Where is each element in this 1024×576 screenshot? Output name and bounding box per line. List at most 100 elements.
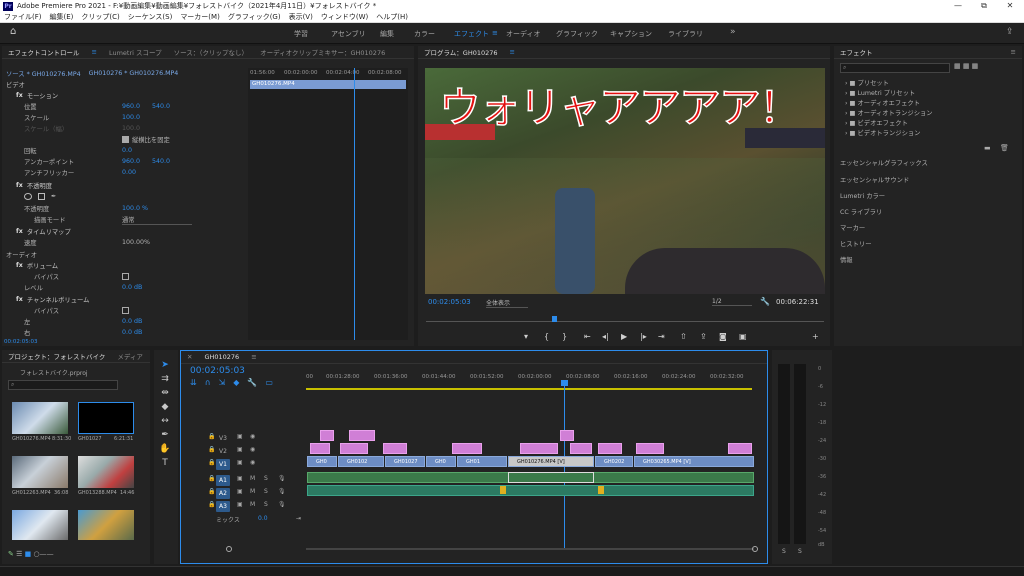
- ws-menu-icon[interactable]: ≡: [492, 29, 498, 37]
- mic-icon[interactable]: 🎙: [278, 501, 286, 508]
- timeline-scrollbar[interactable]: [306, 548, 754, 550]
- mute-icon[interactable]: M: [250, 501, 255, 508]
- close-icon[interactable]: ✕: [187, 353, 192, 361]
- pen-mask-icon[interactable]: ✒: [51, 193, 56, 200]
- bypass2-checkbox[interactable]: [122, 307, 129, 314]
- add-button-icon[interactable]: +: [812, 332, 819, 341]
- menu-marker[interactable]: マーカー(M): [180, 12, 220, 22]
- effects-tree-item[interactable]: › ■ ビデオエフェクト: [845, 118, 908, 127]
- section-essential-graphics[interactable]: エッセンシャルグラフィックス: [840, 158, 928, 167]
- scale-value[interactable]: 100.0: [122, 114, 140, 121]
- menu-clip[interactable]: クリップ(C): [81, 12, 119, 22]
- ripple-edit-tool-icon[interactable]: ⇹: [158, 388, 172, 401]
- menu-edit[interactable]: 編集(E): [50, 12, 74, 22]
- ws-edit[interactable]: 編集: [380, 29, 394, 39]
- menu-window[interactable]: ウィンドウ(W): [321, 12, 368, 22]
- ws-assembly[interactable]: アセンブリ: [331, 29, 366, 39]
- timeline-timecode[interactable]: 00:02:05:03: [190, 366, 245, 376]
- tab-source[interactable]: ソース：（クリップなし）: [174, 47, 248, 57]
- share-icon[interactable]: ⇪: [1006, 27, 1014, 37]
- opacity-value[interactable]: 100.0 %: [122, 205, 148, 212]
- home-icon[interactable]: ⌂: [10, 26, 16, 37]
- thumbnail-5[interactable]: [78, 510, 134, 540]
- icon-view-icon[interactable]: ■: [25, 550, 32, 558]
- mute-icon[interactable]: M: [250, 488, 255, 495]
- ws-graphics[interactable]: グラフィック: [556, 29, 598, 39]
- mic-icon[interactable]: 🎙: [278, 488, 286, 495]
- a2-transition-icon[interactable]: [598, 486, 604, 494]
- more-workspaces-icon[interactable]: »: [730, 27, 736, 37]
- antiflicker-value[interactable]: 0.00: [122, 169, 136, 176]
- type-tool-icon[interactable]: T: [158, 458, 172, 471]
- bypass-checkbox[interactable]: [122, 273, 129, 280]
- go-to-in-icon[interactable]: ⇤: [584, 332, 591, 341]
- tab-effect-controls[interactable]: エフェクトコントロール: [8, 47, 80, 57]
- ws-color[interactable]: カラー: [414, 29, 435, 39]
- marker-icon[interactable]: ▾: [524, 332, 528, 341]
- sync-icon[interactable]: ▣: [237, 501, 243, 508]
- sync-icon[interactable]: ▣: [237, 488, 243, 495]
- v1-clip[interactable]: GH030265.MP4 [V]: [634, 456, 754, 467]
- extract-icon[interactable]: ⇪: [700, 332, 707, 341]
- timeline-ruler[interactable]: 00 00:01:28:00 00:01:36:00 00:01:44:00 0…: [306, 364, 758, 394]
- program-menu-icon[interactable]: ≡: [510, 48, 515, 56]
- zoom-handle-left[interactable]: [226, 546, 232, 552]
- effects-search-input[interactable]: ⌕: [840, 63, 950, 73]
- mini-clip-bar[interactable]: GH010276.MP4: [250, 80, 406, 89]
- anchor-x-value[interactable]: 960.0: [122, 158, 152, 165]
- thumbnail-1[interactable]: [78, 402, 134, 434]
- section-markers[interactable]: マーカー: [840, 223, 865, 232]
- v3-clip[interactable]: [320, 430, 334, 441]
- program-scrub-bar[interactable]: [426, 316, 824, 322]
- tab-lumetri-scopes[interactable]: Lumetri スコープ: [109, 47, 162, 57]
- playhead-handle[interactable]: [561, 380, 568, 386]
- hand-tool-icon[interactable]: ✋: [158, 444, 172, 457]
- new-folder-icon[interactable]: ▬: [984, 144, 991, 152]
- v1-clip[interactable]: GH0: [426, 456, 456, 467]
- timeline-tool-icons[interactable]: ⇊∩⇲◆🔧▭: [190, 378, 281, 387]
- restore-button[interactable]: ⧉: [971, 0, 997, 12]
- solo-icon[interactable]: S: [264, 475, 268, 482]
- v1-clip[interactable]: GH0102: [338, 456, 384, 467]
- thumbnail-2[interactable]: [12, 456, 68, 488]
- list-view-icon[interactable]: ☰: [16, 550, 22, 558]
- v2-clip[interactable]: [452, 443, 482, 454]
- clip-label[interactable]: GH010276 * GH010276.MP4: [89, 70, 179, 77]
- sync-icon[interactable]: ▣: [237, 459, 243, 466]
- effects-title[interactable]: エフェクト: [840, 47, 873, 57]
- track-select-tool-icon[interactable]: ⇉: [158, 374, 172, 387]
- lock-icon[interactable]: 🔒: [208, 501, 215, 508]
- program-title[interactable]: プログラム：GH010276: [424, 47, 498, 57]
- section-lumetri-color[interactable]: Lumetri カラー: [840, 191, 885, 200]
- solo-left[interactable]: S: [782, 548, 786, 555]
- project-search-input[interactable]: ⌕: [8, 380, 118, 390]
- pencil-icon[interactable]: ✎: [8, 550, 14, 558]
- compare-icon[interactable]: ▣: [739, 332, 747, 341]
- fit-select[interactable]: 全体表示: [486, 298, 528, 308]
- ws-learn[interactable]: 学習: [294, 29, 308, 39]
- menu-sequence[interactable]: シーケンス(S): [128, 12, 173, 22]
- wrench-icon[interactable]: 🔧: [760, 297, 770, 306]
- mix-end-icon[interactable]: ⇥: [296, 515, 301, 522]
- a2-audio-clip[interactable]: [307, 485, 754, 496]
- thumbnail-0[interactable]: [12, 402, 68, 434]
- mix-value[interactable]: 0.0: [258, 515, 268, 522]
- sync-icon[interactable]: ▣: [237, 446, 243, 453]
- sync-icon[interactable]: ▣: [237, 433, 243, 440]
- close-button[interactable]: ✕: [997, 0, 1023, 12]
- mark-out-icon[interactable]: }: [562, 332, 567, 341]
- ws-captions[interactable]: キャプション: [610, 29, 652, 39]
- uniform-scale-checkbox[interactable]: [122, 136, 129, 143]
- accelerated-effects-icon[interactable]: ▦ ▦ ▦: [954, 62, 978, 70]
- blend-mode-select[interactable]: 通常: [122, 215, 192, 225]
- a1-selected-clip[interactable]: [508, 472, 594, 483]
- a2-transition-icon[interactable]: [500, 486, 506, 494]
- tab-menu-icon[interactable]: ≡: [92, 48, 97, 56]
- tab-project[interactable]: プロジェクト：フォレストバイク: [8, 351, 105, 361]
- solo-icon[interactable]: S: [264, 501, 268, 508]
- solo-right[interactable]: S: [798, 548, 802, 555]
- v2-clip[interactable]: [598, 443, 622, 454]
- mute-icon[interactable]: M: [250, 475, 255, 482]
- menu-help[interactable]: ヘルプ(H): [376, 12, 408, 22]
- go-to-out-icon[interactable]: ⇥: [658, 332, 665, 341]
